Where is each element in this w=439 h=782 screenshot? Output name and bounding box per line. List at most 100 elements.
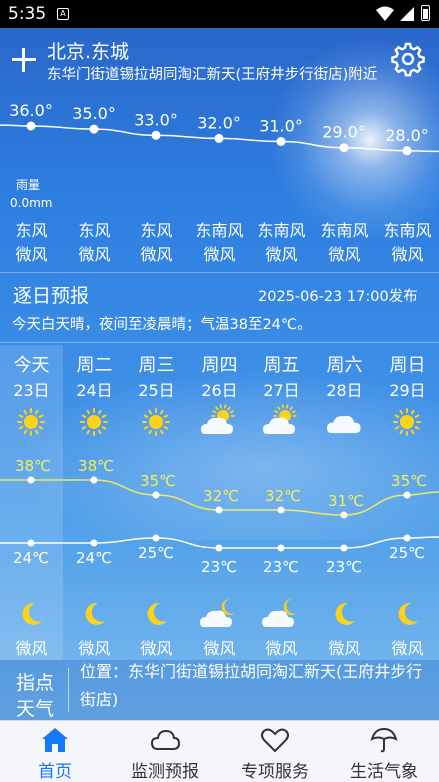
hourly-wind-2: 东风 微风 [63,219,126,267]
day-column[interactable]: 周四 26日 [188,353,251,403]
forecast-summary: 今天白天晴，夜间至凌晨晴；气温38至24℃。 [12,317,312,333]
high-temp-label: 38℃ [78,457,114,475]
hourly-wind-1: 东风 微风 [0,219,63,267]
status-bar: 5:35 A [0,0,439,28]
day-name: 周六 [326,355,363,376]
low-temp-point [90,539,98,547]
high-temp-point [90,476,98,484]
daily-wind: 微风 [78,639,111,658]
day-date: 28日 [326,381,363,400]
city-title[interactable]: 北京.东城 [47,37,129,64]
rain-label: 雨量 [16,178,41,192]
day-column[interactable]: 周三 25日 [125,353,188,403]
day-date: 23日 [13,381,50,400]
cloud-icon [327,415,361,434]
hourly-wind-4: 东南风 微风 [188,219,251,267]
wind-direction: 东风 [140,221,173,240]
hourly-temp-label: 29.0° [322,123,366,142]
hourly-temp-label: 35.0° [72,104,116,123]
sun-icon [393,408,421,436]
hourly-temp-point [339,143,349,153]
sun-icon [80,408,108,436]
hourly-temp-point [276,137,286,146]
battery-icon [421,5,430,21]
nav-life-weather[interactable]: 生活气象 [329,721,439,782]
day-column[interactable]: 周二 24日 [63,353,126,403]
cloud-outline-icon [150,729,180,750]
high-temp-point [152,491,160,499]
day-name: 周四 [201,355,238,376]
day-column[interactable]: 周五 27日 [250,353,313,403]
day-column[interactable]: 周六 28日 [313,353,376,403]
hourly-wind-5: 东南风 微风 [250,219,313,267]
day-name: 周三 [138,355,175,376]
add-city-button[interactable] [9,45,39,75]
nav-home[interactable]: 首页 [0,721,110,782]
hourly-temp-label: 33.0° [134,110,178,129]
low-temp-label: 23℃ [326,558,362,576]
hourly-temp-label: 31.0° [259,117,303,136]
hourly-temp-point [26,121,36,131]
tip-title[interactable]: 指点天气 [16,670,60,722]
status-time: 5:35 [8,4,47,24]
low-temp-point [152,534,160,542]
daily-temp-chart: 38℃ 38℃ 35℃ 32℃ 32℃ 31℃ 35℃ 24℃ 24℃ 25℃ 23℃ 23℃ 23℃ 2… [0,457,439,576]
wind-direction: 东南风 [383,221,432,240]
wind-level: 微风 [15,245,48,264]
hourly-temp-label: 36.0° [9,101,53,120]
hourly-wind-3: 东风 微风 [125,219,188,267]
wind-level: 微风 [140,245,173,264]
day-date: 24日 [76,381,113,400]
day-column[interactable]: 今天 23日 [0,353,63,403]
day-name: 今天 [13,355,50,376]
daily-forecast-title: 逐日预报 [13,285,90,307]
day-date: 29日 [389,381,426,400]
high-temp-point [27,476,35,484]
bottom-nav: 首页 监测预报 专项服务 生活气象 [0,720,439,782]
day-date: 27日 [263,381,300,400]
high-temp-label: 32℃ [203,487,239,505]
section-divider [0,342,439,343]
signal-icon [400,7,414,21]
daily-wind: 微风 [328,639,361,658]
high-temp-point [403,491,411,499]
settings-gear-icon[interactable] [390,41,426,77]
low-temp-point [27,539,35,547]
hourly-temp-point [151,130,161,140]
moon-icon [398,602,418,625]
sun-icon [17,408,45,436]
cloudy-night-icon [262,599,297,627]
section-divider [0,272,439,273]
sun-icon [142,408,170,436]
heart-outline-icon [261,728,289,753]
day-name: 周日 [389,355,426,376]
wind-level: 微风 [265,245,298,264]
partly-cloudy-icon [201,404,235,434]
high-temp-point [277,506,285,514]
hourly-temp-point [214,133,224,143]
low-temp-label: 23℃ [201,558,237,576]
daily-wind: 微风 [15,639,48,658]
day-column[interactable]: 周日 29日 [376,353,439,403]
publish-time: 2025-06-23 17:00发布 [258,289,418,305]
daily-wind: 微风 [140,639,173,658]
nav-monitor-forecast[interactable]: 监测预报 [110,721,220,782]
hourly-wind-6: 东南风 微风 [313,219,376,267]
umbrella-outline-icon [370,727,398,753]
day-name: 周二 [76,355,113,376]
wind-direction: 东风 [78,221,111,240]
low-temp-label: 24℃ [76,549,112,567]
hourly-wind-7: 东南风 微风 [376,219,439,267]
hourly-wind-row: 东风 微风 东风 微风 东风 微风 东南风 微风 东南风 微风 东南风 微风 东… [0,219,439,267]
hourly-temp-label: 28.0° [385,126,429,145]
low-temp-label: 25℃ [389,544,425,562]
high-temp-label: 32℃ [265,487,301,505]
rain-value: 0.0mm [10,196,53,210]
home-icon [42,728,68,752]
nav-label: 专项服务 [241,762,309,782]
nav-special-service[interactable]: 专项服务 [220,721,330,782]
wind-level: 微风 [203,245,236,264]
day-date: 25日 [138,381,175,400]
moon-icon [147,602,167,625]
low-temp-point [340,544,348,552]
